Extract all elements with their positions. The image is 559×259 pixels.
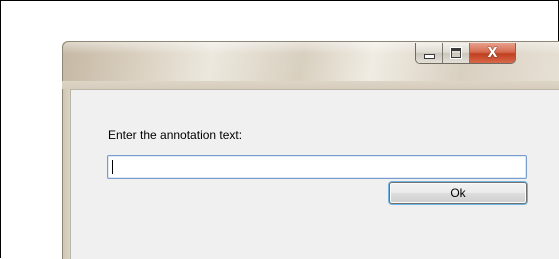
text-caret <box>112 160 113 174</box>
ok-button[interactable]: Ok <box>389 182 527 204</box>
close-button[interactable]: X <box>470 43 515 63</box>
title-bar[interactable]: X <box>62 41 559 82</box>
dialog-client-area: Enter the annotation text: Ok <box>70 89 559 259</box>
close-icon: X <box>487 45 498 61</box>
caption-buttons: X <box>415 43 516 64</box>
minimize-button[interactable] <box>416 43 443 63</box>
prompt-label: Enter the annotation text: <box>108 128 243 142</box>
maximize-icon <box>450 47 462 59</box>
minimize-icon <box>423 53 435 59</box>
annotation-text-input[interactable] <box>107 155 527 179</box>
maximize-button[interactable] <box>443 43 470 63</box>
annotation-dialog: X Enter the annotation text: Ok <box>62 41 559 259</box>
window-border-top <box>62 81 559 89</box>
